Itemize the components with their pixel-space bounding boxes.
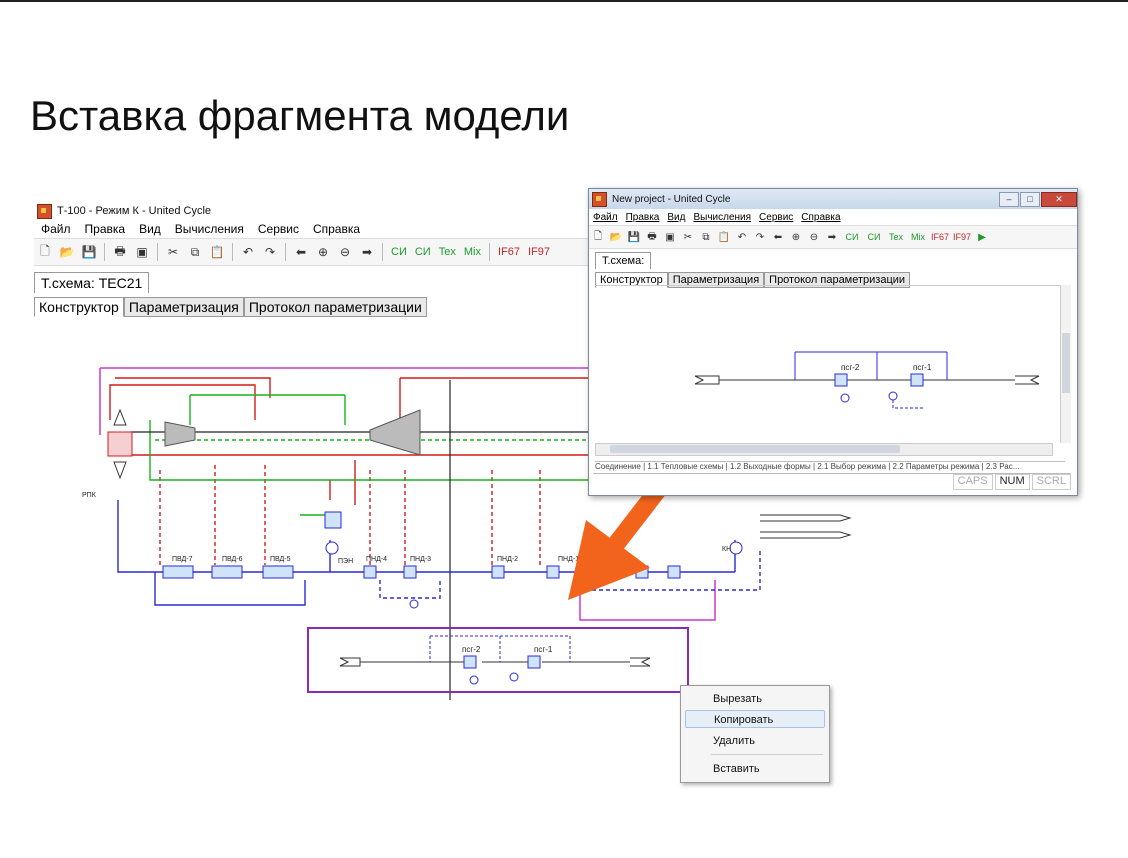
menu-view[interactable]: Вид (667, 212, 685, 223)
fragment-label-psg2: псг-2 (462, 645, 481, 654)
label-pnd2: ПНД-2 (497, 556, 518, 563)
black-shaft (130, 380, 590, 700)
pasted-fragment: псг-2 псг-1 (307, 627, 689, 693)
horizontal-scrollbar[interactable] (595, 443, 1053, 456)
label-rpk: РПК (82, 492, 97, 499)
context-menu: Вырезать Копировать Удалить Вставить (680, 685, 830, 783)
bottom-tabs[interactable]: Соединение | 1.1 Тепловые схемы | 1.2 Вы… (595, 461, 1065, 472)
tex-button[interactable]: Tex (887, 230, 905, 244)
menu-separator (711, 754, 823, 755)
menu-service[interactable]: Сервис (759, 212, 793, 223)
redo-icon[interactable]: ↷ (753, 230, 767, 244)
new-file-icon[interactable]: 🗋 (591, 230, 605, 244)
overlay-toolbar: 🗋 📂 💾 🖶 ▣ ✂ ⧉ 📋 ↶ ↷ ⬅ ⊕ ⊖ ➡ СИ СИ Tex Mi… (589, 225, 1077, 249)
app-icon (592, 191, 607, 207)
generator (107, 408, 133, 480)
menu-item-cut[interactable]: Вырезать (685, 690, 825, 708)
overlay-label-psg1: псг-1 (913, 363, 932, 372)
new-project-window: New project - United Cycle – □ ✕ Файл Пр… (588, 188, 1078, 496)
preview-icon[interactable]: ▣ (663, 230, 677, 244)
status-bar: CAPS NUM SCRL (593, 473, 1071, 490)
menu-item-copy[interactable]: Копировать (685, 710, 825, 728)
overlay-menubar: Файл Правка Вид Вычисления Сервис Справк… (589, 209, 1077, 225)
run-icon[interactable]: ▶ (975, 230, 989, 244)
undo-icon[interactable]: ↶ (735, 230, 749, 244)
tab-schema[interactable]: Т.схема: (595, 252, 652, 269)
if97-button[interactable]: IF97 (953, 230, 971, 244)
paste-icon[interactable]: 📋 (717, 230, 731, 244)
minimize-icon[interactable]: – (999, 191, 1019, 207)
label-pvd5: ПВД-5 (270, 556, 291, 563)
menu-edit[interactable]: Правка (626, 212, 660, 223)
label-pvd6: ПВД-6 (222, 556, 243, 563)
vertical-scroll-thumb[interactable] (1062, 333, 1070, 393)
overlay-diagram: псг-2 псг-1 (694, 351, 1040, 409)
close-icon[interactable]: ✕ (1041, 191, 1077, 207)
vertical-scrollbar[interactable] (1060, 285, 1071, 443)
zoom-in-icon[interactable]: ⊕ (789, 230, 803, 244)
label-pnd1: ПНД-1 (558, 556, 579, 563)
si-mpa-button[interactable]: СИ (843, 230, 861, 244)
horizontal-scroll-thumb[interactable] (610, 445, 900, 453)
maximize-icon[interactable]: □ (1020, 191, 1040, 207)
label-pen: ПЭН (338, 558, 353, 565)
forward-arrow-icon[interactable]: ➡ (825, 230, 839, 244)
fragment-label-psg1: псг-1 (534, 645, 553, 654)
status-num: NUM (994, 474, 1030, 490)
status-caps: CAPS (952, 474, 993, 490)
label-pnd3: ПНД-3 (410, 556, 431, 563)
cut-icon[interactable]: ✂ (681, 230, 695, 244)
si-bar-button[interactable]: СИ (865, 230, 883, 244)
print-icon[interactable]: 🖶 (645, 230, 659, 244)
overlay-titlebar: New project - United Cycle – □ ✕ (589, 189, 1077, 209)
menu-calc[interactable]: Вычисления (693, 212, 751, 223)
mix-button[interactable]: Mix (909, 230, 927, 244)
copy-icon[interactable]: ⧉ (699, 230, 713, 244)
open-folder-icon[interactable]: 📂 (609, 230, 623, 244)
status-scrl: SCRL (1031, 474, 1071, 490)
overlay-window-title: New project - United Cycle (612, 193, 731, 205)
zoom-out-icon[interactable]: ⊖ (807, 230, 821, 244)
window-controls: – □ ✕ (998, 191, 1077, 207)
menu-item-paste[interactable]: Вставить (685, 760, 825, 778)
label-pnd4: ПНД-4 (366, 556, 387, 563)
save-icon[interactable]: 💾 (627, 230, 641, 244)
overlay-label-psg2: псг-2 (841, 363, 860, 372)
label-pvd7: ПВД-7 (172, 556, 193, 563)
red-steam-lines (109, 377, 590, 565)
menu-file[interactable]: Файл (593, 212, 618, 223)
overlay-schema-tabs: Т.схема: (589, 252, 1077, 269)
label-kn: КН (722, 546, 731, 553)
if67-button[interactable]: IF67 (931, 230, 949, 244)
menu-help[interactable]: Справка (801, 212, 840, 223)
overlay-canvas[interactable]: псг-2 псг-1 (595, 285, 1065, 446)
menu-item-delete[interactable]: Удалить (685, 732, 825, 750)
condenser-outlets (760, 514, 852, 539)
back-arrow-icon[interactable]: ⬅ (771, 230, 785, 244)
